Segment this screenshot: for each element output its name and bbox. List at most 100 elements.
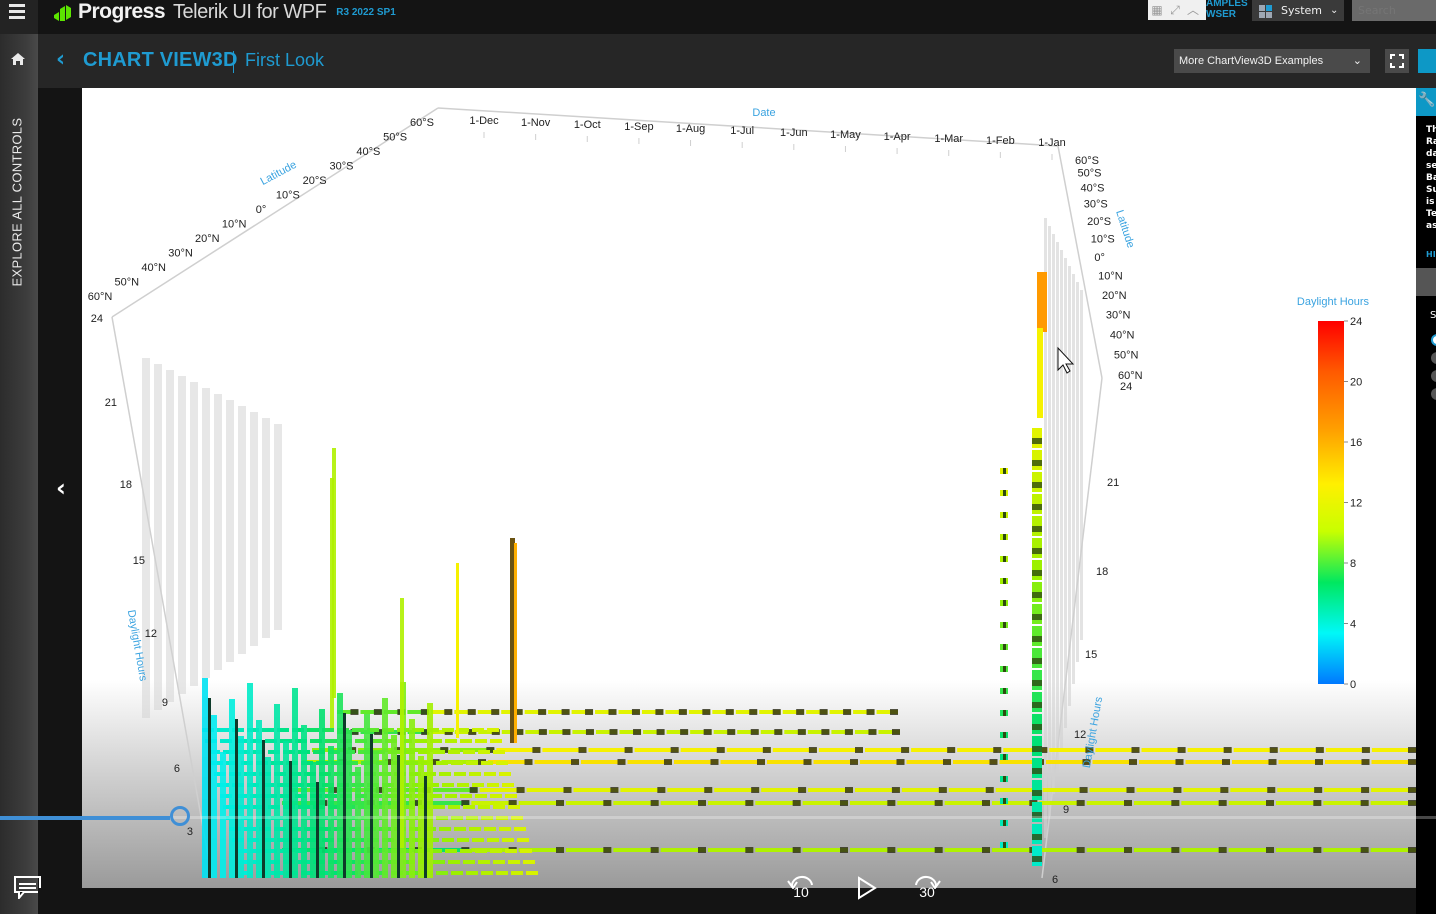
data-bar <box>478 805 490 809</box>
data-bar-shadow <box>1361 747 1370 753</box>
data-bar-shadow <box>866 709 875 715</box>
data-bar-shadow <box>469 787 478 793</box>
right-latitude-tick-label: 10°N <box>1098 271 1123 283</box>
description-line: Su <box>1426 185 1436 195</box>
data-bar-shadow <box>538 729 547 735</box>
data-bar-shadow <box>610 787 619 793</box>
data-bar <box>508 860 520 864</box>
description-line: Ba <box>1426 173 1436 183</box>
data-bar-shadow <box>798 787 807 793</box>
data-bar-shadow <box>749 709 758 715</box>
option-radio[interactable] <box>1431 352 1436 364</box>
data-bar-shadow <box>1003 578 1006 584</box>
left-latitude-tick-label: 40°S <box>356 146 380 158</box>
settings-panel-toggle[interactable] <box>1418 49 1436 73</box>
chart-view-3d[interactable]: 1-Dec 1-Nov 1-Oct 1-Sep 1-Aug 1-Jul 1-Jun 1-May… <box>82 88 1418 888</box>
data-bar <box>352 728 364 732</box>
wrench-icon[interactable]: 🔧 <box>1418 92 1435 108</box>
data-column <box>1037 328 1043 418</box>
play-button[interactable] <box>851 873 881 903</box>
brand-product: Telerik UI for WPF <box>173 0 327 23</box>
data-bar <box>499 827 511 831</box>
theme-select[interactable]: System ⌄ <box>1252 0 1344 21</box>
video-progress-thumb[interactable] <box>169 806 190 826</box>
side-projection-bar <box>1068 266 1071 706</box>
legend-tick-label: 24 <box>1350 316 1362 328</box>
data-column <box>202 678 208 878</box>
description-line: is <box>1426 197 1435 207</box>
data-bar-shadow <box>1032 504 1042 510</box>
color-legend: Daylight Hours 24 20 16 12 8 4 0 <box>1297 296 1370 691</box>
data-bar <box>475 739 487 743</box>
data-bar <box>499 772 511 776</box>
data-bar <box>433 860 445 864</box>
right-latitude-tick-label: 0° <box>1094 252 1105 264</box>
settings-panel-tab[interactable] <box>1416 268 1436 296</box>
left-latitude-tick-label: 30°S <box>330 161 354 173</box>
data-bar-shadow <box>1003 732 1006 738</box>
side-projection-bar <box>1064 258 1067 728</box>
back-chevron-icon[interactable]: ‹ <box>56 49 65 71</box>
data-bar-shadow <box>1408 747 1416 753</box>
data-bar <box>526 871 538 875</box>
fullscreen-button[interactable] <box>1385 49 1409 73</box>
description-line: Ra <box>1426 137 1436 147</box>
data-column <box>1037 272 1047 332</box>
data-bar <box>466 761 478 765</box>
examples-browser-link[interactable]: AMPLES WSER <box>1206 0 1248 20</box>
home-icon[interactable] <box>10 52 26 66</box>
data-bar <box>415 739 427 743</box>
side-projection-bar <box>262 418 270 638</box>
grid-icon[interactable]: ▦ <box>1150 3 1164 17</box>
data-bar-shadow <box>850 759 858 765</box>
previous-example-chevron-icon[interactable]: ‹ <box>56 474 66 502</box>
data-bar-shadow <box>1408 759 1416 765</box>
data-bar <box>460 849 472 853</box>
option-radio[interactable] <box>1431 334 1436 346</box>
data-bar <box>463 860 475 864</box>
data-bar-shadow <box>1032 636 1042 642</box>
data-bar <box>463 750 475 754</box>
settings-panel-header: 🔧 <box>1416 88 1436 116</box>
option-radio[interactable] <box>1431 388 1436 400</box>
data-bar-shadow <box>1003 556 1006 562</box>
x-tick-label: 1-Sep <box>624 121 653 133</box>
forward-button[interactable]: 30 <box>912 873 942 903</box>
data-bar-shadow <box>350 709 359 715</box>
brand-version: R3 2022 SP1 <box>336 6 396 18</box>
explore-all-controls-button[interactable]: EXPLORE ALL CONTROLS <box>10 118 25 287</box>
play-icon <box>858 876 877 900</box>
description-line: Te <box>1426 209 1436 219</box>
data-bar-shadow <box>1032 438 1042 444</box>
chevron-up-icon[interactable]: ︿ <box>1186 3 1200 17</box>
expand-icon[interactable]: ⤢ <box>1168 3 1182 17</box>
data-bar <box>478 860 490 864</box>
x-tick-label: 1-Aug <box>676 123 705 135</box>
rewind-button[interactable]: 10 <box>786 873 816 903</box>
left-rail: EXPLORE ALL CONTROLS <box>0 34 38 914</box>
more-examples-dropdown[interactable]: More ChartView3D Examples ⌄ <box>1174 49 1370 73</box>
data-bar-shadow <box>633 729 642 735</box>
data-bar-shadow <box>1171 800 1180 806</box>
data-bar-shadow <box>578 747 587 753</box>
video-progress-track[interactable] <box>0 816 1436 819</box>
control-title[interactable]: CHART VIEW3D <box>83 49 238 72</box>
right-latitude-tick-label: 50°S <box>1077 167 1101 179</box>
data-bar-shadow <box>491 709 500 715</box>
search-input[interactable] <box>1352 0 1436 21</box>
data-bar-shadow <box>1131 747 1140 753</box>
hamburger-menu-icon[interactable] <box>9 4 25 20</box>
data-column-shadow <box>262 740 265 878</box>
data-bar-shadow <box>1003 600 1006 606</box>
data-bar-shadow <box>843 709 852 715</box>
description-link[interactable]: HI <box>1426 250 1436 259</box>
data-bar-shadow <box>844 729 853 735</box>
data-bar <box>502 838 514 842</box>
option-radio[interactable] <box>1431 370 1436 382</box>
data-bar <box>487 728 499 732</box>
data-bar-shadow <box>1032 702 1042 708</box>
chart-3d-canvas[interactable]: 1-Dec 1-Nov 1-Oct 1-Sep 1-Aug 1-Jul 1-Jun 1-May… <box>82 88 1418 888</box>
data-bar-shadow <box>1360 800 1369 806</box>
data-bar <box>442 728 454 732</box>
data-bar-shadow <box>982 800 990 806</box>
